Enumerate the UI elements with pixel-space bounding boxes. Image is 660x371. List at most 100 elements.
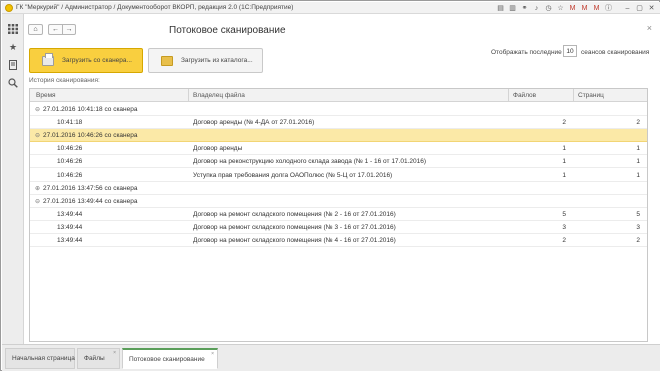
cell-owner: Договор на ремонт складского помещения (… xyxy=(193,237,396,244)
cell-owner: Договор аренды xyxy=(193,145,243,153)
close-tab-icon[interactable]: × xyxy=(211,351,214,357)
history-icon[interactable] xyxy=(7,59,19,71)
forward-arrow-icon: → xyxy=(65,26,73,33)
table-row[interactable]: 13:49:44 Договор на ремонт складского пом… xyxy=(30,221,647,234)
window-title: ГК "Меркурий" / Администратор / Документ… xyxy=(16,4,294,11)
open-windows-tab-bar: Начальная страница Файлы × Потоковое ска… xyxy=(2,344,660,371)
cell-owner: Договор на ремонт складского помещения (… xyxy=(193,223,396,231)
group-toggle-icon[interactable]: ⊖ xyxy=(35,106,41,113)
cell-pages: 1 xyxy=(636,145,640,153)
table-row[interactable]: 10:46:26 Договор на реконструкцию холодно… xyxy=(30,155,647,169)
catalog-button-label: Загрузить из каталога... xyxy=(181,57,253,64)
back-button[interactable]: ← xyxy=(48,24,62,35)
column-header-time[interactable]: Время xyxy=(36,92,56,99)
maximize-icon[interactable]: ▢ xyxy=(635,4,644,13)
group-toggle-icon[interactable]: ⊖ xyxy=(35,132,41,139)
group-toggle-icon[interactable]: ⊕ xyxy=(35,185,41,192)
tab-label: Файлы xyxy=(84,355,105,362)
home-icon: ⌂ xyxy=(33,26,38,33)
minimize-icon[interactable]: – xyxy=(623,4,632,13)
tab-files[interactable]: Файлы × xyxy=(77,348,120,369)
table-group-row[interactable]: ⊕ 27.01.2016 13:47:56 со сканера xyxy=(30,182,647,195)
history-clock-icon[interactable]: ◷ xyxy=(544,4,553,13)
cell-time: 13:49:44 xyxy=(57,210,83,218)
column-header-owner[interactable]: Владелец файла xyxy=(193,92,245,99)
table-group-row[interactable]: ⊖ 27.01.2016 10:41:18 со сканера xyxy=(30,103,647,116)
table-row[interactable]: 13:49:44 Договор на ремонт складского пом… xyxy=(30,208,647,221)
left-panel: ★ xyxy=(2,14,24,344)
cell-time: 10:46:26 xyxy=(57,145,83,153)
mark-m-icon[interactable]: M xyxy=(568,4,577,13)
cell-time: 27.01.2016 10:41:18 со сканера xyxy=(43,106,138,113)
scanner-icon xyxy=(42,52,54,66)
notification-bell-icon[interactable]: ♪ xyxy=(532,4,541,13)
cell-time: 13:49:44 xyxy=(57,237,83,244)
folder-icon xyxy=(161,55,173,66)
home-button[interactable]: ⌂ xyxy=(28,24,43,35)
cell-files: 5 xyxy=(562,210,566,218)
close-tab-icon[interactable]: × xyxy=(113,350,116,356)
favorite-star-icon[interactable]: ☆ xyxy=(556,4,565,13)
close-form-icon[interactable]: × xyxy=(647,23,652,33)
cell-files: 1 xyxy=(562,145,566,153)
favorites-star-icon[interactable]: ★ xyxy=(7,41,19,53)
table-row[interactable]: 10:41:18 Договор аренды (№ 4-ДА от 27.01.… xyxy=(30,116,647,130)
history-label: История сканирования: xyxy=(29,77,100,84)
sessions-label: сеансов сканирования xyxy=(581,49,650,56)
column-header-pages[interactable]: Страниц xyxy=(578,92,604,99)
table-group-row[interactable]: ⊖ 27.01.2016 13:49:44 со сканера xyxy=(30,195,647,208)
cell-owner: Договор на ремонт складского помещения (… xyxy=(193,210,396,218)
cell-files: 2 xyxy=(562,237,566,244)
cell-time: 10:46:26 xyxy=(57,171,83,179)
cell-files: 3 xyxy=(562,223,566,231)
mark-m-plus-icon[interactable]: M xyxy=(580,4,589,13)
info-icon[interactable]: ⓘ xyxy=(604,4,613,13)
tab-home-page[interactable]: Начальная страница xyxy=(5,348,75,369)
group-toggle-icon[interactable]: ⊖ xyxy=(35,198,41,205)
app-logo-icon xyxy=(5,4,13,12)
cell-files: 1 xyxy=(562,171,566,179)
table-row[interactable]: 13:49:44 Договор на ремонт складского пом… xyxy=(30,234,647,247)
table-row[interactable]: 10:46:26 Договор аренды 1 1 xyxy=(30,142,647,156)
save-icon[interactable]: ▤ xyxy=(496,4,505,13)
forward-button[interactable]: → xyxy=(62,24,76,35)
show-last-label: Отображать последние xyxy=(491,49,562,56)
cell-pages: 3 xyxy=(636,223,640,231)
cell-time: 10:41:18 xyxy=(57,119,83,127)
cell-time: 10:46:26 xyxy=(57,158,83,166)
cell-pages: 2 xyxy=(636,237,640,244)
back-arrow-icon: ← xyxy=(52,26,59,33)
mark-m-minus-icon[interactable]: M xyxy=(592,4,601,13)
cell-time: 27.01.2016 13:49:44 со сканера xyxy=(43,197,138,205)
column-header-files[interactable]: Файлов xyxy=(513,92,536,99)
tab-label: Потоковое сканирование xyxy=(129,356,205,363)
app-window: ГК "Меркурий" / Администратор / Документ… xyxy=(0,0,660,371)
table-group-row[interactable]: ⊖ 27.01.2016 10:46:26 со сканера xyxy=(30,129,647,143)
page-title: Потоковое сканирование xyxy=(169,25,286,36)
search-icon[interactable] xyxy=(7,77,19,89)
tab-stream-scanning[interactable]: Потоковое сканирование × xyxy=(122,348,218,369)
cell-pages: 1 xyxy=(636,171,640,179)
tab-label: Начальная страница xyxy=(12,355,75,362)
table-row[interactable]: 10:46:26 Уступка прав требования долга ОА… xyxy=(30,169,647,182)
load-from-catalog-button[interactable]: Загрузить из каталога... xyxy=(148,48,263,73)
main-content: ⌂ ← → Потоковое сканирование × Загрузить… xyxy=(24,14,660,344)
cell-files: 2 xyxy=(562,119,566,127)
cell-files: 1 xyxy=(562,158,566,166)
cell-owner: Договор аренды (№ 4-ДА от 27.01.2016) xyxy=(193,119,315,127)
cell-owner: Договор на реконструкцию холодного склад… xyxy=(193,158,427,166)
scan-button-label: Загрузить со сканера... xyxy=(62,57,132,64)
scan-from-scanner-button[interactable]: Загрузить со сканера... xyxy=(29,48,143,73)
cell-time: 27.01.2016 13:47:56 со сканера xyxy=(43,184,138,192)
sessions-count-input[interactable] xyxy=(563,45,577,57)
print-icon[interactable]: ▥ xyxy=(508,4,517,13)
close-window-icon[interactable]: ✕ xyxy=(647,4,656,13)
cell-owner: Уступка прав требования долга ОАОПолюс (… xyxy=(193,171,393,179)
cell-time: 27.01.2016 10:46:26 со сканера xyxy=(43,132,138,140)
link-icon[interactable]: ⚭ xyxy=(520,4,529,13)
scan-history-table[interactable]: Время Владелец файла Файлов Страниц ⊖ 27.… xyxy=(29,88,648,342)
cell-pages: 5 xyxy=(636,210,640,218)
title-bar: ГК "Меркурий" / Администратор / Документ… xyxy=(2,2,660,14)
title-bar-icons: ▤ ▥ ⚭ ♪ ◷ ☆ M M M ⓘ – ▢ ✕ xyxy=(496,3,656,13)
menu-grid-icon[interactable] xyxy=(7,23,19,35)
